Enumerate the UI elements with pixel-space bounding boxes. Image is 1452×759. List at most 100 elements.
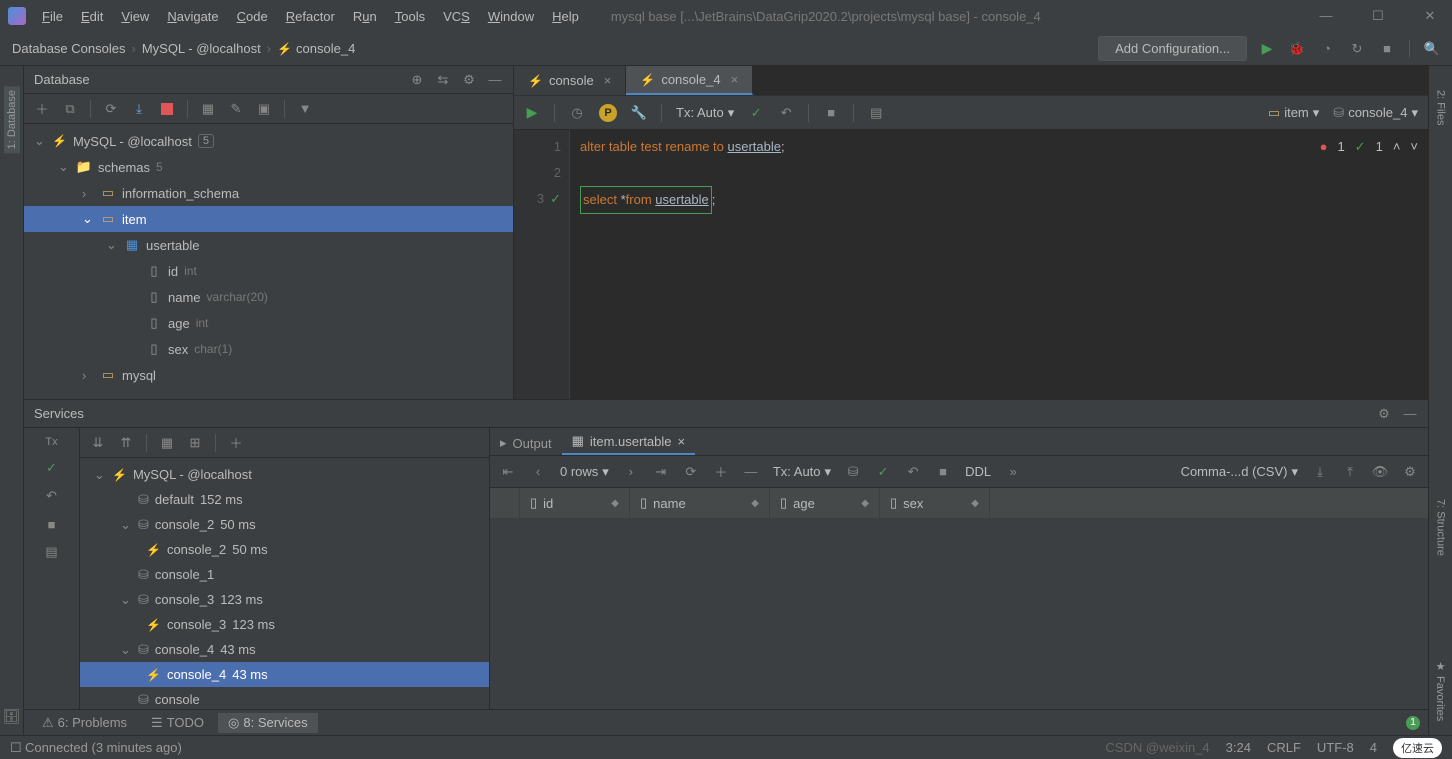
edit-icon[interactable]: ✎ bbox=[228, 101, 244, 117]
tab-todo[interactable]: ☰TODO bbox=[141, 713, 214, 733]
tree-schemas[interactable]: ⌄ 📁 schemas 5 bbox=[24, 154, 513, 180]
gear-icon[interactable]: ⚙ bbox=[1402, 464, 1418, 480]
remove-row-icon[interactable]: — bbox=[743, 464, 759, 480]
layout-icon[interactable]: ▤ bbox=[868, 105, 884, 121]
maximize-button[interactable]: ☐ bbox=[1364, 8, 1392, 24]
add-icon[interactable]: ＋ bbox=[228, 435, 244, 451]
svc-row[interactable]: ⚡console_443 ms bbox=[80, 662, 489, 687]
tree-column[interactable]: ▯idint bbox=[24, 258, 513, 284]
copy-icon[interactable]: ⧉ bbox=[62, 101, 78, 117]
menu-help[interactable]: Help bbox=[544, 5, 587, 28]
col-header[interactable]: ▯name◆ bbox=[630, 488, 770, 518]
filter-icon[interactable]: ▼ bbox=[297, 101, 313, 117]
sort-icon[interactable]: ◆ bbox=[861, 498, 869, 509]
tree-table[interactable]: ⌄ ▦ usertable bbox=[24, 232, 513, 258]
prev-page-icon[interactable]: ‹ bbox=[530, 464, 546, 480]
svc-row[interactable]: ⚡console_250 ms bbox=[80, 537, 489, 562]
tab-console[interactable]: ⚡console× bbox=[514, 66, 626, 95]
hide-icon[interactable]: — bbox=[1402, 406, 1418, 422]
tree-column[interactable]: ▯sexchar(1) bbox=[24, 336, 513, 362]
gear-icon[interactable]: ⚙ bbox=[461, 72, 477, 88]
history-icon[interactable]: ◷ bbox=[569, 105, 585, 121]
rail-files[interactable]: 2: Files bbox=[1433, 86, 1449, 129]
menu-file[interactable]: File bbox=[34, 5, 71, 28]
session-selector[interactable]: ⛁ console_4 ▾ bbox=[1333, 105, 1418, 121]
sort-icon[interactable]: ◆ bbox=[971, 498, 979, 509]
tree-column[interactable]: ▯ageint bbox=[24, 310, 513, 336]
db-icon[interactable]: ⛁ bbox=[845, 464, 861, 480]
tree-datasource[interactable]: ⌄ ⚡ MySQL - @localhost 5 bbox=[24, 128, 513, 154]
line-sep[interactable]: CRLF bbox=[1267, 740, 1301, 755]
menu-tools[interactable]: Tools bbox=[387, 5, 433, 28]
plan-icon[interactable]: P bbox=[599, 104, 617, 122]
profiler-icon[interactable]: ↻ bbox=[1349, 41, 1365, 57]
search-icon[interactable]: 🔍 bbox=[1424, 41, 1440, 57]
menu-window[interactable]: Window bbox=[480, 5, 542, 28]
menu-edit[interactable]: Edit bbox=[73, 5, 111, 28]
close-icon[interactable]: × bbox=[731, 72, 739, 87]
rail-favorites[interactable]: ★ Favorites bbox=[1432, 656, 1449, 725]
add-icon[interactable]: ＋ bbox=[34, 101, 50, 117]
svc-row[interactable]: ⛁default152 ms bbox=[80, 487, 489, 512]
svc-row[interactable]: ⚡console_3123 ms bbox=[80, 612, 489, 637]
schema-selector[interactable]: ▭ item ▾ bbox=[1268, 105, 1319, 121]
refresh-icon[interactable]: ⟳ bbox=[683, 464, 699, 480]
target-icon[interactable]: ⊕ bbox=[409, 72, 425, 88]
more-icon[interactable]: » bbox=[1005, 464, 1021, 480]
menu-navigate[interactable]: Navigate bbox=[159, 5, 226, 28]
add-configuration-button[interactable]: Add Configuration... bbox=[1098, 36, 1247, 61]
encoding[interactable]: UTF-8 bbox=[1317, 740, 1354, 755]
tab-table-result[interactable]: ▦item.usertable× bbox=[562, 429, 696, 455]
tx-selector[interactable]: Tx: Auto ▾ bbox=[676, 105, 734, 121]
add-row-icon[interactable]: ＋ bbox=[713, 464, 729, 480]
code-editor[interactable]: 1 2 3✓ alter table test rename to userta… bbox=[514, 130, 1428, 399]
tab-problems[interactable]: ⚠6: Problems bbox=[32, 713, 137, 733]
svc-datasource[interactable]: ⌄⚡MySQL - @localhost bbox=[80, 462, 489, 487]
rows-selector[interactable]: 0 rows ▾ bbox=[560, 464, 609, 480]
sort-icon[interactable]: ◆ bbox=[611, 498, 619, 509]
stop-icon[interactable] bbox=[159, 101, 175, 117]
tree-schema-mysql[interactable]: › ▭ mysql bbox=[24, 362, 513, 388]
hide-icon[interactable]: — bbox=[487, 72, 503, 88]
col-header[interactable]: ▯age◆ bbox=[770, 488, 880, 518]
sync-icon[interactable]: ⤓ bbox=[131, 101, 147, 117]
svc-row[interactable]: ⌄⛁console_250 ms bbox=[80, 512, 489, 537]
indent[interactable]: 4 bbox=[1370, 740, 1377, 755]
run-icon[interactable]: ▶ bbox=[1259, 41, 1275, 57]
rollback-icon[interactable]: ↶ bbox=[44, 488, 60, 504]
svc-row[interactable]: ⛁console bbox=[80, 687, 489, 709]
expand-icon[interactable]: ⇆ bbox=[435, 72, 451, 88]
group-icon[interactable]: ▦ bbox=[159, 435, 175, 451]
ddl-button[interactable]: DDL bbox=[965, 464, 991, 479]
tree-schema-info[interactable]: › ▭ information_schema bbox=[24, 180, 513, 206]
expand-all-icon[interactable]: ⇊ bbox=[90, 435, 106, 451]
console-icon[interactable]: ▣ bbox=[256, 101, 272, 117]
sort-icon[interactable]: ◆ bbox=[751, 498, 759, 509]
wrench-icon[interactable]: 🔧 bbox=[631, 105, 647, 121]
rail-database[interactable]: 1: Database bbox=[4, 86, 20, 153]
stop-icon[interactable]: ■ bbox=[935, 464, 951, 480]
stop-icon[interactable]: ■ bbox=[823, 105, 839, 121]
commit-icon[interactable]: ✓ bbox=[875, 464, 891, 480]
chevron-up-icon[interactable]: ˄ bbox=[1393, 134, 1401, 160]
upload-icon[interactable]: ⤒ bbox=[1342, 464, 1358, 480]
col-header[interactable]: ▯sex◆ bbox=[880, 488, 990, 518]
table-icon[interactable]: ▦ bbox=[200, 101, 216, 117]
rollback-icon[interactable]: ↶ bbox=[778, 105, 794, 121]
export-format[interactable]: Comma-...d (CSV) ▾ bbox=[1181, 464, 1298, 480]
stop-icon[interactable]: ■ bbox=[44, 516, 60, 532]
rollback-icon[interactable]: ↶ bbox=[905, 464, 921, 480]
refresh-icon[interactable]: ⟳ bbox=[103, 101, 119, 117]
tx-selector[interactable]: Tx: Auto ▾ bbox=[773, 464, 831, 480]
warning-icon[interactable]: ✓ bbox=[1355, 134, 1366, 160]
menu-vcs[interactable]: VCS bbox=[435, 5, 478, 28]
filter-icon[interactable]: ⊞ bbox=[187, 435, 203, 451]
row-num-header[interactable] bbox=[490, 488, 520, 518]
svc-row[interactable]: ⛁console_1 bbox=[80, 562, 489, 587]
layout-icon[interactable]: ▤ bbox=[44, 544, 60, 560]
chevron-down-icon[interactable]: ˅ bbox=[1410, 134, 1418, 160]
tx-icon[interactable]: Tx bbox=[45, 436, 57, 448]
download-icon[interactable]: ⤓ bbox=[1312, 464, 1328, 480]
eye-icon[interactable]: 👁 bbox=[1372, 464, 1388, 480]
bc-db-consoles[interactable]: Database Consoles bbox=[12, 41, 125, 56]
